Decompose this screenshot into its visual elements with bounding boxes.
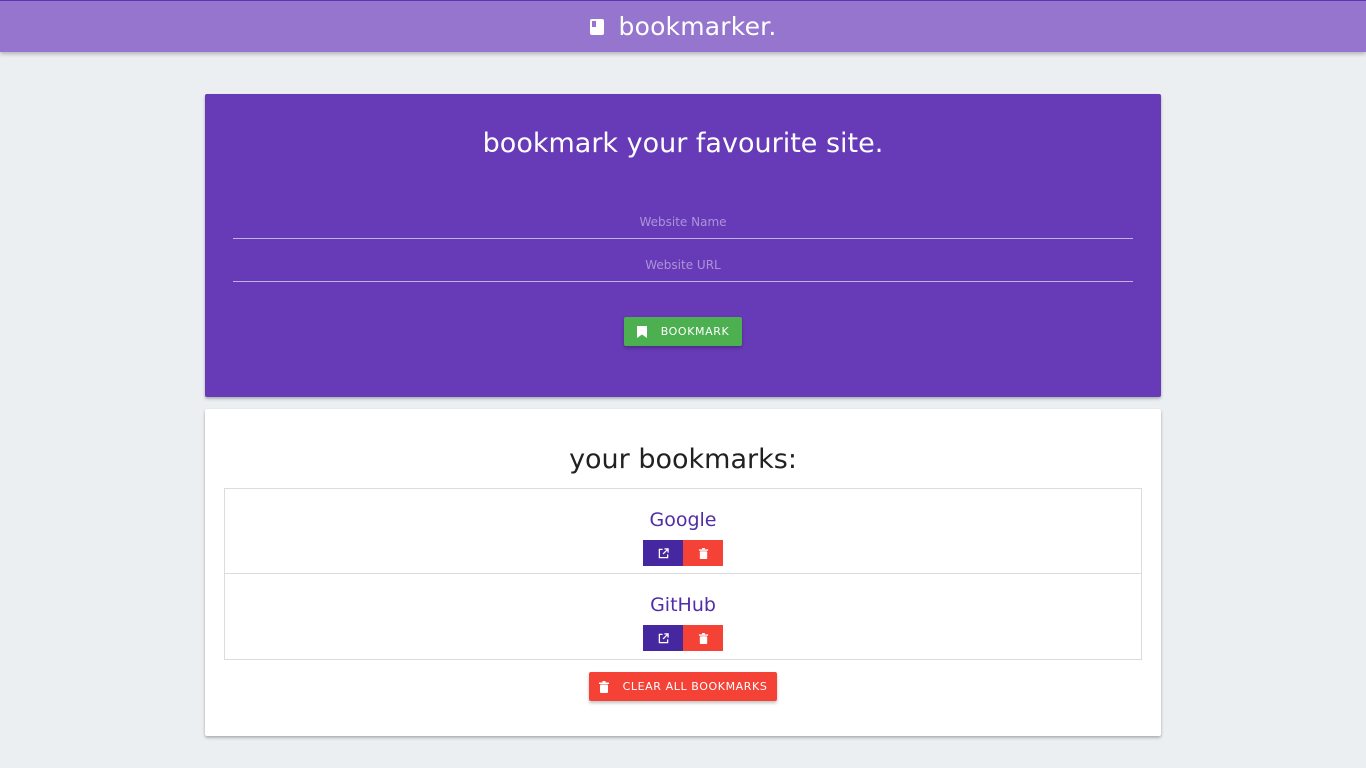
visit-button[interactable]	[643, 540, 683, 566]
bookmark-list: Google GitHub	[224, 488, 1142, 660]
clear-all-bookmarks-button[interactable]: clear all bookmarks	[589, 672, 777, 701]
brand[interactable]: bookmarker.	[589, 12, 777, 41]
delete-button[interactable]	[683, 540, 723, 566]
form-title: bookmark your favourite site.	[482, 128, 884, 159]
navbar: bookmarker.	[0, 0, 1366, 52]
bookmark-button[interactable]: bookmark	[624, 317, 742, 346]
website-name-input[interactable]	[233, 214, 1133, 229]
bookmarks-title: your bookmarks:	[569, 444, 797, 475]
external-link-icon	[658, 547, 669, 558]
bookmark-actions	[643, 540, 723, 566]
list-item: GitHub	[225, 574, 1141, 659]
brand-title: bookmarker.	[618, 12, 777, 41]
clear-all-label: clear all bookmarks	[622, 680, 768, 693]
website-name-field[interactable]	[233, 205, 1133, 239]
bookmark-name[interactable]: GitHub	[225, 594, 1141, 616]
book-icon	[589, 19, 604, 35]
list-item: Google	[225, 489, 1141, 574]
trash-icon	[698, 547, 708, 559]
visit-button[interactable]	[643, 625, 683, 651]
website-url-field[interactable]	[233, 248, 1133, 282]
bookmark-icon	[636, 325, 647, 338]
trash-icon	[598, 680, 609, 693]
bookmark-button-label: bookmark	[660, 325, 730, 338]
website-url-input[interactable]	[233, 257, 1133, 272]
bookmark-actions	[643, 625, 723, 651]
external-link-icon	[658, 632, 669, 643]
bookmark-name[interactable]: Google	[225, 509, 1141, 531]
delete-button[interactable]	[683, 625, 723, 651]
trash-icon	[698, 632, 708, 644]
